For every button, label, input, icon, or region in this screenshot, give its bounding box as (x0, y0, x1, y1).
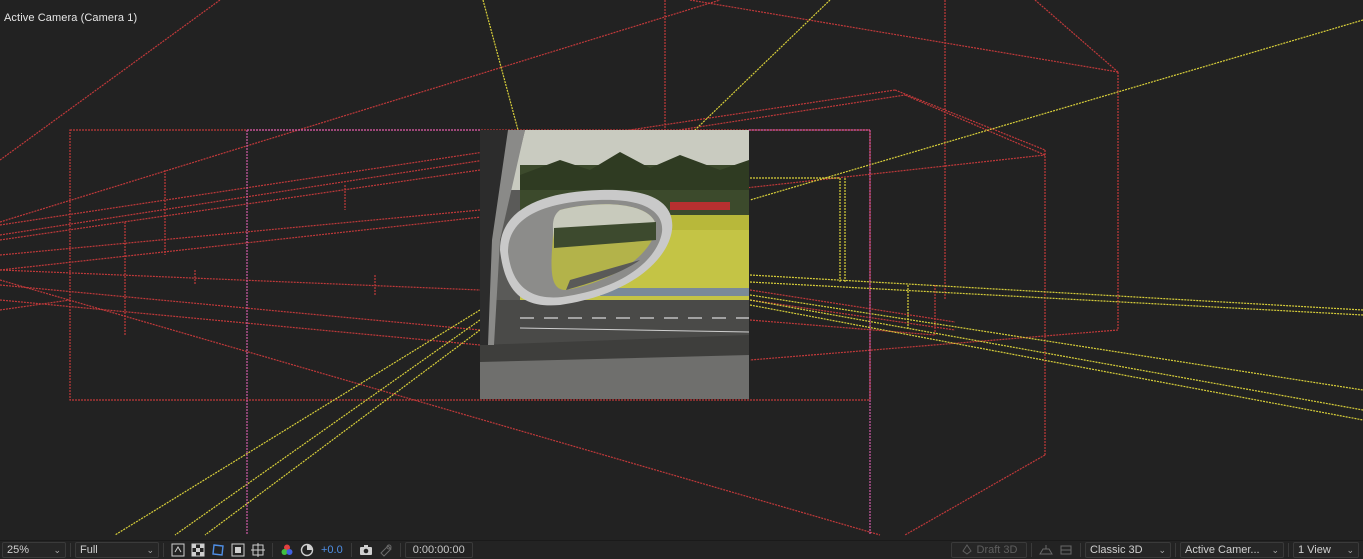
fast-previews-icon[interactable] (170, 542, 186, 558)
color-management-icon[interactable] (299, 542, 315, 558)
current-time-display[interactable]: 0:00:00:00 (404, 542, 473, 558)
ground-plane-icon[interactable] (1038, 542, 1054, 558)
draft-3d-label: Draft 3D (976, 544, 1018, 556)
composition-preview-image[interactable] (480, 130, 749, 399)
guides-icon[interactable] (250, 542, 266, 558)
divider (1031, 543, 1032, 557)
rgb-channels-icon[interactable] (279, 542, 295, 558)
magnification-dropdown[interactable]: 25% ⌄ (2, 542, 66, 558)
chevron-down-icon: ⌄ (1158, 544, 1166, 555)
view-layout-dropdown[interactable]: 1 View ⌄ (1293, 542, 1359, 558)
active-camera-label: Active Camera (Camera 1) (4, 12, 138, 24)
transparency-grid-icon[interactable] (190, 542, 206, 558)
car-side-mirror-image (480, 130, 749, 399)
view-layout-value: 1 View (1298, 544, 1331, 556)
draft-3d-toggle[interactable]: Draft 3D (951, 542, 1027, 558)
magnification-value: 25% (7, 544, 30, 556)
divider (70, 543, 71, 557)
show-snapshot-icon[interactable] (378, 542, 394, 558)
divider (272, 543, 273, 557)
chevron-down-icon: ⌄ (1346, 544, 1354, 555)
resolution-dropdown[interactable]: Full ⌄ (75, 542, 159, 558)
divider (1080, 543, 1081, 557)
divider (1175, 543, 1176, 557)
chevron-down-icon: ⌄ (53, 544, 61, 555)
divider (163, 543, 164, 557)
region-of-interest-icon[interactable] (230, 542, 246, 558)
chevron-down-icon: ⌄ (146, 544, 154, 555)
divider (350, 543, 352, 557)
composition-viewer[interactable]: Active Camera (Camera 1) (0, 0, 1363, 540)
3d-view-dropdown[interactable]: Active Camer... ⌄ (1180, 542, 1284, 558)
renderer-value: Classic 3D (1090, 544, 1143, 556)
renderer-dropdown[interactable]: Classic 3D ⌄ (1085, 542, 1171, 558)
mask-visibility-icon[interactable] (210, 542, 226, 558)
extended-viewer-icon[interactable] (1058, 542, 1074, 558)
draft-3d-icon (961, 543, 973, 558)
divider (1288, 543, 1289, 557)
viewer-toolbar: 25% ⌄ Full ⌄ +0.0 0:00:00:00 Draft 3D Cl… (0, 540, 1363, 559)
3d-view-value: Active Camer... (1185, 544, 1260, 556)
divider (399, 543, 401, 557)
exposure-value[interactable]: +0.0 (321, 544, 343, 556)
resolution-value: Full (80, 544, 98, 556)
chevron-down-icon: ⌄ (1271, 544, 1279, 555)
camera-icon[interactable] (358, 542, 374, 558)
